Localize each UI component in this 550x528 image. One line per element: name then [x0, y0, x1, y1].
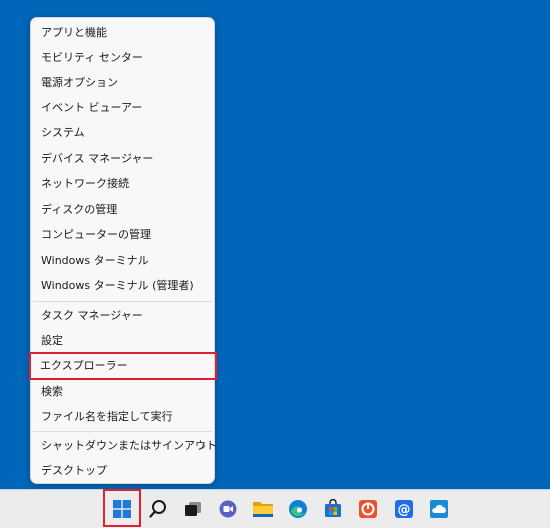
- menu-item-disk-management[interactable]: ディスクの管理: [31, 197, 216, 223]
- menu-item-label: ディスクの管理: [41, 203, 118, 216]
- menu-item-label: コンピューターの管理: [41, 228, 151, 241]
- file-explorer-icon[interactable]: [248, 494, 278, 524]
- menu-item-file-explorer[interactable]: エクスプローラー: [29, 352, 217, 380]
- menu-item-label: タスク マネージャー: [41, 309, 143, 322]
- menu-item-label: ネットワーク接続: [41, 177, 129, 190]
- menu-item-label: デスクトップ: [41, 464, 107, 477]
- menu-item-windows-terminal-admin[interactable]: Windows ターミナル (管理者): [31, 273, 216, 299]
- chevron-right-icon: ›: [201, 439, 206, 453]
- menu-item-computer-management[interactable]: コンピューターの管理: [31, 222, 216, 248]
- menu-item-system[interactable]: システム: [31, 120, 216, 146]
- menu-item-label: アプリと機能: [41, 26, 107, 39]
- svg-text:@: @: [398, 503, 411, 518]
- menu-item-event-viewer[interactable]: イベント ビューアー: [31, 95, 216, 121]
- menu-item-desktop[interactable]: デスクトップ: [31, 458, 216, 484]
- task-view-icon[interactable]: [178, 494, 208, 524]
- app-icon-orange[interactable]: [353, 494, 383, 524]
- menu-item-label: シャットダウンまたはサインアウト: [41, 439, 217, 452]
- search-icon[interactable]: [143, 494, 173, 524]
- menu-item-windows-terminal[interactable]: Windows ターミナル: [31, 248, 216, 274]
- mail-icon[interactable]: @: [389, 494, 419, 524]
- menu-item-shutdown-signout[interactable]: シャットダウンまたはサインアウト ›: [31, 433, 217, 459]
- menu-item-label: 電源オプション: [41, 76, 118, 89]
- menu-item-task-manager[interactable]: タスク マネージャー: [31, 303, 216, 329]
- menu-item-label: システム: [41, 126, 85, 139]
- menu-item-run[interactable]: ファイル名を指定して実行: [31, 404, 216, 430]
- menu-item-label: ファイル名を指定して実行: [41, 410, 173, 423]
- menu-item-device-manager[interactable]: デバイス マネージャー: [31, 146, 216, 172]
- menu-item-label: 設定: [41, 334, 63, 347]
- menu-item-label: イベント ビューアー: [41, 101, 143, 114]
- menu-item-power-options[interactable]: 電源オプション: [31, 70, 216, 96]
- menu-item-label: エクスプローラー: [40, 359, 128, 372]
- menu-separator: [33, 301, 212, 302]
- microsoft-store-icon[interactable]: [318, 494, 348, 524]
- menu-item-search[interactable]: 検索: [31, 379, 216, 405]
- menu-item-apps-features[interactable]: アプリと機能: [31, 20, 216, 46]
- winx-context-menu: アプリと機能 モビリティ センター 電源オプション イベント ビューアー システ…: [29, 17, 217, 484]
- menu-item-label: Windows ターミナル (管理者): [41, 279, 194, 292]
- menu-item-label: モビリティ センター: [41, 51, 143, 64]
- menu-item-settings[interactable]: 設定: [31, 328, 216, 354]
- chat-icon[interactable]: [213, 494, 243, 524]
- menu-item-label: 検索: [41, 385, 63, 398]
- weather-cloud-icon[interactable]: [424, 494, 454, 524]
- menu-item-label: Windows ターミナル: [41, 254, 149, 267]
- menu-item-label: デバイス マネージャー: [41, 152, 154, 165]
- edge-browser-icon[interactable]: [283, 494, 313, 524]
- menu-item-network-connections[interactable]: ネットワーク接続: [31, 171, 216, 197]
- start-highlight-box: [103, 489, 141, 527]
- menu-item-mobility-center[interactable]: モビリティ センター: [31, 45, 216, 71]
- menu-separator: [33, 431, 212, 432]
